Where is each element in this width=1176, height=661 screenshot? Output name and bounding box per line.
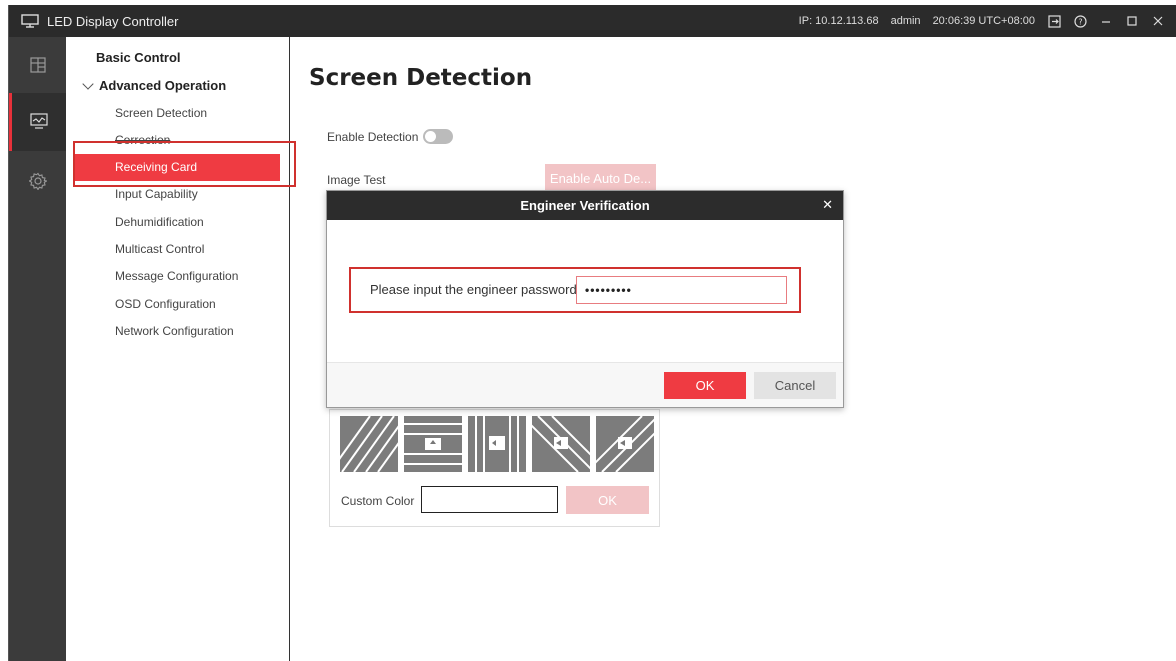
password-row: Please input the engineer password •••••… <box>349 267 801 313</box>
engineer-verification-dialog: Engineer Verification ✕ Please input the… <box>326 190 844 408</box>
enable-detection-label: Enable Detection <box>327 130 419 144</box>
dialog-footer: OK Cancel <box>327 362 843 407</box>
dialog-header: Engineer Verification ✕ <box>327 191 843 220</box>
nav-group-basic-control[interactable]: Basic Control <box>96 50 181 65</box>
custom-color-ok-button[interactable]: OK <box>566 486 649 514</box>
monitor-icon <box>21 14 39 28</box>
pattern-horizontal-scan[interactable] <box>404 416 462 472</box>
pattern-diagonal-right-scan[interactable] <box>596 416 654 472</box>
pattern-diagonal-stripes[interactable] <box>340 416 398 472</box>
custom-color-label: Custom Color <box>341 494 415 508</box>
app-title: LED Display Controller <box>47 13 179 29</box>
enable-detection-toggle[interactable] <box>423 129 453 144</box>
nav-group-advanced-operation[interactable]: Advanced Operation <box>82 77 227 93</box>
nav-item-multicast-control[interactable]: Multicast Control <box>74 236 280 263</box>
layout-icon <box>29 56 46 76</box>
nav-item-network-configuration[interactable]: Network Configuration <box>74 318 280 345</box>
logout-icon[interactable] <box>1047 14 1061 28</box>
monitor-icon <box>30 112 48 132</box>
title-bar-right: IP: 10.12.113.68 admin 20:06:39 UTC+08:0… <box>799 5 1176 37</box>
minimize-icon[interactable] <box>1099 14 1113 28</box>
help-icon[interactable]: ? <box>1073 14 1087 28</box>
title-bar: LED Display Controller IP: 10.12.113.68 … <box>9 5 1176 37</box>
chevron-down-icon <box>82 77 94 90</box>
test-pattern-panel: Custom Color OK <box>329 409 660 527</box>
nav-tree: Basic Control Advanced Operation Screen … <box>66 37 290 661</box>
password-input[interactable]: ••••••••• <box>576 276 787 304</box>
ip-address: IP: 10.12.113.68 <box>798 15 879 27</box>
ok-button[interactable]: OK <box>664 372 746 399</box>
user-name: admin <box>890 15 921 27</box>
image-test-label: Image Test <box>327 173 386 187</box>
enable-auto-detect-button[interactable]: Enable Auto De... <box>545 164 656 192</box>
svg-text:?: ? <box>1078 17 1082 26</box>
rail-item-monitor[interactable] <box>9 93 66 151</box>
highlight-box <box>73 141 296 187</box>
nav-item-message-configuration[interactable]: Message Configuration <box>74 263 280 290</box>
nav-item-screen-detection[interactable]: Screen Detection <box>74 100 280 127</box>
nav-group-label: Advanced Operation <box>99 78 227 93</box>
icon-rail <box>9 37 66 661</box>
pattern-diagonal-left-scan[interactable] <box>532 416 590 472</box>
gear-icon <box>27 172 48 193</box>
cancel-button[interactable]: Cancel <box>754 372 836 399</box>
close-icon[interactable] <box>1151 14 1165 28</box>
dialog-title: Engineer Verification <box>520 198 650 213</box>
pattern-vertical-scan[interactable] <box>468 416 526 472</box>
app-window: LED Display Controller IP: 10.12.113.68 … <box>8 5 1176 661</box>
custom-color-input[interactable] <box>421 486 558 513</box>
page-title: Screen Detection <box>309 65 533 91</box>
clock: 20:06:39 UTC+08:00 <box>932 15 1035 27</box>
rail-item-layout[interactable] <box>9 37 66 95</box>
nav-item-osd-configuration[interactable]: OSD Configuration <box>74 291 280 318</box>
nav-item-dehumidification[interactable]: Dehumidification <box>74 209 280 236</box>
close-icon[interactable]: ✕ <box>822 197 833 213</box>
password-label: Please input the engineer password <box>370 282 577 297</box>
maximize-icon[interactable] <box>1125 14 1139 28</box>
rail-item-settings[interactable] <box>9 153 66 211</box>
